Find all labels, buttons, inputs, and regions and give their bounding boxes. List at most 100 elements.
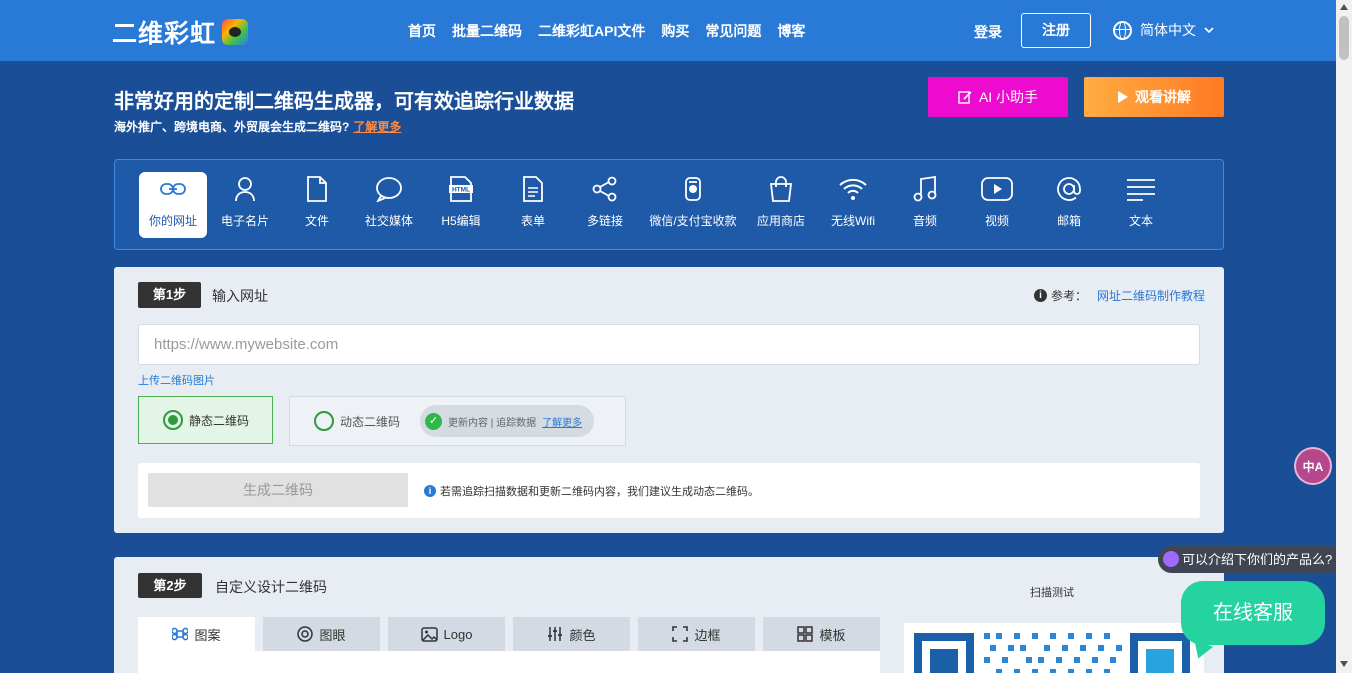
learn-more-link[interactable]: 了解更多 [353,120,401,134]
nav-faq[interactable]: 常见问题 [705,21,761,41]
tab-template[interactable]: 模板 [763,617,880,651]
type-multilink-label: 多链接 [586,214,623,228]
play-icon [1118,91,1128,103]
translate-button[interactable]: 中A [1296,449,1330,483]
tab-color[interactable]: 颜色 [513,617,630,651]
generate-tip-text: 若需追踪扫描数据和更新二维码内容，我们建议生成动态二维码。 [440,486,759,498]
step2-card: 第2步 自定义设计二维码 扫描测试 图案 图眼 Logo 颜色 边框 模板 [114,557,1224,673]
top-nav-bar: 二维彩虹 首页 批量二维码 二维彩虹API文件 购买 常见问题 博客 登录 注册… [0,0,1336,61]
image-icon [420,626,438,642]
design-tabs: 图案 图眼 Logo 颜色 边框 模板 [138,617,880,651]
upload-qr-image-link[interactable]: 上传二维码图片 [138,372,215,388]
tab-logo-label: Logo [443,626,473,642]
dynamic-learn-more-link[interactable]: 了解更多 [542,414,582,429]
scroll-down-arrow-icon[interactable] [1340,661,1348,667]
at-icon [1057,177,1081,201]
step2-badge: 第2步 [138,573,202,598]
dynamic-features-text: 更新内容 | 追踪数据 [448,417,537,429]
person-icon [235,177,255,202]
type-text-label: 文本 [1128,214,1153,228]
globe-icon [1113,20,1132,40]
type-audio-label: 音频 [912,214,937,228]
type-file[interactable]: 文件 [283,172,351,238]
nav-api[interactable]: 二维彩虹API文件 [538,21,645,41]
step2-title: 自定义设计二维码 [215,579,327,595]
type-url[interactable]: 你的网址 [139,172,207,238]
online-service-button[interactable]: 在线客服 [1181,581,1325,645]
type-email[interactable]: 邮箱 [1035,172,1103,238]
type-payment[interactable]: 微信/支付宝收款 [643,172,743,238]
nav-buy[interactable]: 购买 [661,21,689,41]
reference-label: 参考： [1051,289,1088,303]
chat-bot-icon [1163,551,1179,567]
grid-icon [797,626,814,642]
type-multilink[interactable]: 多链接 [571,172,639,238]
nav-batch[interactable]: 批量二维码 [452,21,522,41]
type-h5[interactable]: HTML H5编辑 [427,172,495,238]
tab-color-label: 颜色 [569,627,596,643]
eye-icon [297,626,314,642]
scroll-up-arrow-icon[interactable] [1340,4,1348,10]
type-h5-label: H5编辑 [441,214,481,228]
type-wifi[interactable]: 无线Wifi [819,172,887,238]
url-input[interactable] [138,324,1200,365]
radio-unselected-icon [314,411,334,431]
login-link[interactable]: 登录 [974,22,1002,42]
tab-frame[interactable]: 边框 [638,617,755,651]
register-button[interactable]: 注册 [1021,13,1091,48]
type-video[interactable]: 视频 [963,172,1031,238]
dynamic-qr-option[interactable]: 动态二维码 ✓ 更新内容 | 追踪数据 了解更多 [289,396,626,446]
watch-tutorial-button[interactable]: 观看讲解 [1084,77,1224,117]
bag-icon [769,176,793,202]
nav-home[interactable]: 首页 [408,21,436,41]
qr-code-image [914,633,1190,673]
language-selector[interactable]: 简体中文 [1113,20,1214,40]
nav-blog[interactable]: 博客 [777,21,805,41]
static-qr-option[interactable]: 静态二维码 [138,396,273,444]
type-vcard-label: 电子名片 [220,214,269,228]
type-file-label: 文件 [304,214,329,228]
type-form[interactable]: 表单 [499,172,567,238]
tab-template-label: 模板 [819,627,846,643]
logo-mark-icon [222,19,249,45]
tab-frame-label: 边框 [694,627,721,643]
type-form-label: 表单 [520,214,545,228]
info-icon: i [1034,289,1047,302]
scroll-thumb[interactable] [1339,16,1349,60]
chat-prompt-text: 可以介绍下你们的产品么? [1182,552,1333,567]
wifi-icon [839,178,867,200]
tab-logo[interactable]: Logo [388,617,505,651]
dynamic-qr-label: 动态二维码 [340,414,401,429]
tab-pattern[interactable]: 图案 [138,617,255,651]
html-icon: HTML [449,176,473,202]
chat-prompt-bubble[interactable]: 可以介绍下你们的产品么? [1158,546,1345,573]
sliders-icon [548,627,563,641]
file-icon [307,176,327,202]
check-icon: ✓ [425,412,443,430]
music-icon [913,176,937,202]
brand-name: 二维彩虹 [112,20,217,48]
watch-tutorial-label: 观看讲解 [1135,89,1191,105]
share-icon [592,176,617,202]
page-scrollbar[interactable] [1336,0,1352,673]
text-icon [1127,179,1155,201]
edit-icon [958,91,972,104]
frame-icon [672,626,689,642]
type-vcard[interactable]: 电子名片 [211,172,279,238]
page-subtitle: 海外推广、跨境电商、外贸展会生成二维码? 了解更多 [114,118,401,135]
type-audio[interactable]: 音频 [891,172,959,238]
tutorial-link[interactable]: 网址二维码制作教程 [1097,287,1205,304]
subtitle-text: 海外推广、跨境电商、外贸展会生成二维码? [114,120,350,134]
generate-qr-button[interactable]: 生成二维码 [148,473,408,507]
type-social[interactable]: 社交媒体 [355,172,423,238]
ai-assistant-button[interactable]: AI 小助手 [928,77,1068,117]
type-appstore-label: 应用商店 [756,214,805,228]
tab-eye[interactable]: 图眼 [263,617,380,651]
static-qr-label: 静态二维码 [189,413,250,428]
qr-type-selector: 你的网址 电子名片 文件 社交媒体 HTML H5编辑 表单 多链接 微信/支付… [114,159,1224,250]
type-wifi-label: 无线Wifi [831,214,875,228]
brand-logo[interactable]: 二维彩虹 [112,14,249,50]
type-text[interactable]: 文本 [1107,172,1175,238]
type-appstore[interactable]: 应用商店 [747,172,815,238]
svg-text:HTML: HTML [452,187,470,194]
